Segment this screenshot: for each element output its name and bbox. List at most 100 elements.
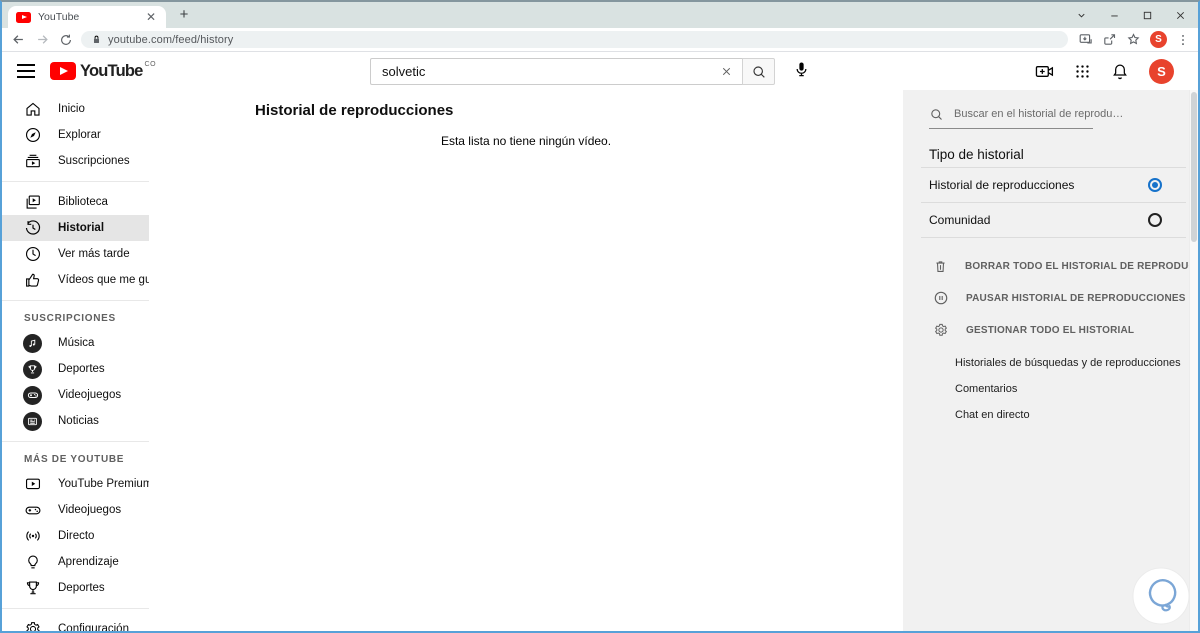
url-text: youtube.com/feed/history — [108, 33, 234, 46]
sidebar-channel-deportes[interactable]: Deportes — [2, 356, 149, 382]
empty-list-message: Esta lista no tiene ningún vídeo. — [440, 134, 612, 148]
logo-country-code: CO — [144, 61, 157, 68]
youtube-header: YouTube CO S — [2, 52, 1198, 90]
page-title: Historial de reproducciones — [255, 102, 454, 119]
music-channel-icon — [23, 333, 42, 353]
search-input[interactable] — [371, 64, 711, 79]
create-video-icon[interactable] — [1034, 61, 1055, 82]
youtube-premium-icon — [24, 475, 42, 493]
sidebar-item-deportes[interactable]: Deportes — [2, 575, 149, 601]
sidebar-item-ver-mas-tarde[interactable]: Ver más tarde — [2, 241, 149, 267]
pause-history-button[interactable]: PAUSAR HISTORIAL DE REPRODUCCIONES — [903, 282, 1190, 314]
sidebar-item-biblioteca[interactable]: Biblioteca — [2, 189, 149, 215]
browser-titlebar: YouTube ✕ + — [2, 2, 1198, 28]
sidebar-item-videojuegos[interactable]: Videojuegos — [2, 497, 149, 523]
link-comentarios[interactable]: Comentarios — [903, 376, 1190, 402]
youtube-account-avatar[interactable]: S — [1149, 59, 1174, 84]
history-settings-panel: Buscar en el historial de reprodu… Tipo … — [903, 90, 1198, 631]
subscriptions-section-header: SUSCRIPCIONES — [24, 313, 116, 324]
link-chat-en-directo[interactable]: Chat en directo — [903, 402, 1190, 428]
page-scrollbar[interactable] — [1189, 90, 1198, 631]
sidebar-divider — [2, 441, 149, 442]
forward-icon[interactable] — [35, 32, 50, 47]
gamepad-channel-icon — [23, 385, 42, 405]
solvetic-watermark-logo — [1132, 567, 1190, 625]
browser-tab[interactable]: YouTube ✕ — [8, 6, 166, 28]
clear-history-button[interactable]: BORRAR TODO EL HISTORIAL DE REPRODUCCION… — [903, 250, 1198, 282]
history-icon — [24, 219, 42, 237]
sidebar-item-aprendizaje[interactable]: Aprendizaje — [2, 549, 149, 575]
youtube-play-icon — [50, 62, 76, 80]
sidebar-item-youtube-premium[interactable]: YouTube Premium — [2, 471, 149, 497]
clock-icon — [24, 245, 42, 263]
radio-unselected-icon[interactable] — [1148, 213, 1162, 227]
window-close-icon[interactable] — [1175, 10, 1186, 21]
trophy-channel-icon — [23, 359, 42, 379]
home-icon — [24, 100, 42, 118]
sidebar-item-directo[interactable]: Directo — [2, 523, 149, 549]
refresh-icon[interactable] — [59, 33, 73, 47]
library-icon — [24, 193, 42, 211]
apps-grid-icon[interactable] — [1074, 63, 1091, 80]
address-bar[interactable]: youtube.com/feed/history — [81, 31, 1068, 48]
sidebar-item-suscripciones[interactable]: Suscripciones — [2, 148, 149, 174]
youtube-favicon — [16, 11, 31, 23]
window-menu-chevron-icon[interactable] — [1076, 10, 1087, 21]
tab-close-icon[interactable]: ✕ — [144, 9, 158, 25]
microphone-icon[interactable] — [792, 60, 811, 79]
youtube-wordmark: YouTube — [80, 62, 143, 80]
history-type-title: Tipo de historial — [929, 147, 1024, 162]
lightbulb-icon — [24, 553, 42, 571]
new-tab-button[interactable]: + — [174, 5, 194, 25]
notifications-bell-icon[interactable] — [1110, 62, 1130, 82]
window-minimize-icon[interactable] — [1109, 10, 1120, 21]
sidebar-divider — [2, 181, 149, 182]
pause-circle-icon — [933, 290, 949, 306]
trash-icon — [933, 259, 948, 274]
link-historiales-busquedas[interactable]: Historiales de búsquedas y de reproducci… — [903, 350, 1190, 376]
sidebar-item-configuracion[interactable]: Configuración — [2, 616, 149, 631]
sidebar-channel-noticias[interactable]: Noticias — [2, 408, 149, 434]
radio-selected-icon[interactable] — [1148, 178, 1162, 192]
option-comunidad[interactable]: Comunidad — [903, 203, 1190, 237]
gear-icon — [933, 322, 949, 338]
history-search-placeholder: Buscar en el historial de reprodu… — [954, 108, 1124, 120]
search-box — [370, 58, 742, 85]
sidebar-divider — [2, 608, 149, 609]
tab-title: YouTube — [38, 11, 80, 23]
youtube-logo[interactable]: YouTube CO — [50, 60, 156, 82]
lock-icon — [91, 34, 102, 45]
panel-divider — [921, 237, 1186, 238]
search-clear-icon[interactable] — [711, 65, 742, 78]
bookmark-star-icon[interactable] — [1126, 32, 1141, 47]
live-broadcast-icon — [24, 527, 42, 545]
window-maximize-icon[interactable] — [1142, 10, 1153, 21]
share-icon[interactable] — [1102, 32, 1117, 47]
browser-menu-icon[interactable] — [1176, 33, 1190, 47]
back-icon[interactable] — [11, 32, 26, 47]
hamburger-menu-icon[interactable] — [17, 64, 35, 78]
browser-toolbar: youtube.com/feed/history S — [2, 28, 1198, 52]
sidebar-item-videos-que-me-gustan[interactable]: Vídeos que me gustan — [2, 267, 149, 293]
sidebar: Inicio Explorar Suscripciones Biblioteca… — [2, 90, 149, 631]
option-historial-de-reproducciones[interactable]: Historial de reproducciones — [903, 168, 1190, 202]
search-button[interactable] — [742, 58, 775, 85]
sidebar-channel-musica[interactable]: Música — [2, 330, 149, 356]
news-channel-icon — [23, 411, 42, 431]
subscriptions-icon — [24, 152, 42, 170]
history-search-field[interactable]: Buscar en el historial de reprodu… — [929, 100, 1123, 129]
trophy-icon — [24, 579, 42, 597]
sidebar-channel-videojuegos[interactable]: Videojuegos — [2, 382, 149, 408]
compass-icon — [24, 126, 42, 144]
sidebar-item-inicio[interactable]: Inicio — [2, 96, 149, 122]
scrollbar-thumb[interactable] — [1191, 92, 1197, 242]
save-page-icon[interactable] — [1078, 32, 1093, 47]
browser-profile-avatar[interactable]: S — [1150, 31, 1167, 48]
more-section-header: MÁS DE YOUTUBE — [24, 454, 125, 465]
sidebar-item-explorar[interactable]: Explorar — [2, 122, 149, 148]
main-content: Historial de reproducciones Esta lista n… — [149, 90, 903, 631]
gear-icon — [24, 620, 42, 631]
sidebar-divider — [2, 300, 149, 301]
sidebar-item-historial[interactable]: Historial — [2, 215, 149, 241]
manage-history-button[interactable]: GESTIONAR TODO EL HISTORIAL — [903, 314, 1190, 346]
